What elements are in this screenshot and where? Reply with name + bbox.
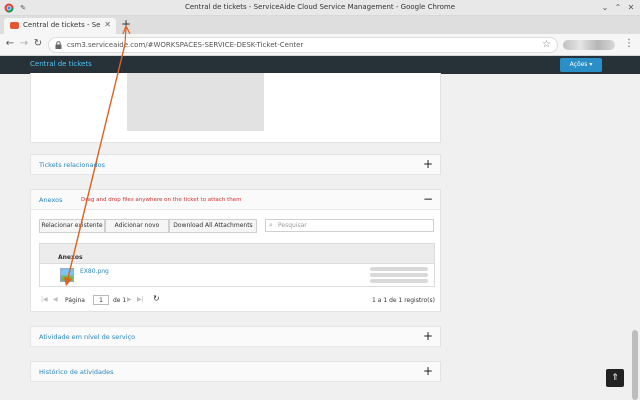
refresh-icon[interactable]: ↻ xyxy=(153,294,160,303)
profile-avatar[interactable] xyxy=(563,40,615,50)
main-content: Tickets relacionados + Anexos Drag and d… xyxy=(0,73,640,400)
relate-existing-button[interactable]: Relacionar existente xyxy=(39,219,105,233)
image-thumbnail-icon[interactable] xyxy=(60,268,74,282)
tab-close-icon[interactable]: ✕ xyxy=(104,20,111,29)
pagination-bar: |◀ ◀ Página 1 de 1 ▶ ▶| ↻ 1 a 1 de 1 reg… xyxy=(39,294,435,308)
serviceaide-favicon-icon xyxy=(10,22,19,29)
related-tickets-panel: Tickets relacionados + xyxy=(30,154,441,175)
tab-central-de-tickets[interactable]: Central de tickets - ServiceAi ✕ xyxy=(4,18,116,34)
sla-activity-panel: Atividade em nível de serviço + xyxy=(30,326,441,347)
page-title[interactable]: Central de tickets xyxy=(30,60,92,68)
related-tickets-header[interactable]: Tickets relacionados + xyxy=(31,155,440,175)
related-tickets-title[interactable]: Tickets relacionados xyxy=(39,161,105,169)
download-all-button[interactable]: Download All Attachments xyxy=(169,219,257,233)
url-text: csm3.serviceaide.com/#WORKSPACES-SERVICE… xyxy=(67,41,304,49)
attachments-title[interactable]: Anexos xyxy=(39,196,62,204)
activity-history-title[interactable]: Histórico de atividades xyxy=(39,368,114,376)
lock-icon xyxy=(55,41,62,49)
attachments-grid: Anexos EX80.png xyxy=(39,243,435,287)
chrome-menu-icon[interactable]: ⋮ xyxy=(624,38,634,49)
details-panel xyxy=(30,73,441,143)
expand-icon[interactable]: + xyxy=(423,364,433,378)
page-label: Página xyxy=(65,297,85,304)
app-header: Central de tickets Ações ▾ xyxy=(0,56,640,74)
page-of-label: de 1 xyxy=(113,297,127,304)
new-tab-button[interactable]: + xyxy=(119,17,133,31)
records-summary: 1 a 1 de 1 registro(s) xyxy=(372,297,435,304)
grid-header: Anexos xyxy=(40,244,434,264)
navigation-bar: ← → ↻ csm3.serviceaide.com/#WORKSPACES-S… xyxy=(0,34,640,56)
expand-icon[interactable]: + xyxy=(423,157,433,171)
bookmark-star-icon[interactable]: ☆ xyxy=(542,39,551,50)
sla-activity-header[interactable]: Atividade em nível de serviço + xyxy=(31,327,440,347)
scrollbar-thumb[interactable] xyxy=(632,330,638,400)
attachment-file-link[interactable]: EX80.png xyxy=(80,268,109,275)
expand-icon[interactable]: + xyxy=(423,329,433,343)
tab-label: Central de tickets - ServiceAi xyxy=(23,21,101,29)
attachments-panel: Anexos Drag and drop files anywhere on t… xyxy=(30,189,441,312)
activity-history-panel: Histórico de atividades + xyxy=(30,361,441,382)
search-placeholder: Pesquisar xyxy=(278,222,307,229)
window-titlebar: ✎ Central de tickets - ServiceAide Cloud… xyxy=(0,0,640,16)
activity-history-header[interactable]: Histórico de atividades + xyxy=(31,362,440,382)
prev-page-icon[interactable]: ◀ xyxy=(53,296,58,303)
scroll-to-top-button[interactable]: ⇑ xyxy=(606,369,624,387)
add-new-button[interactable]: Adicionar novo xyxy=(105,219,169,233)
grid-header-label[interactable]: Anexos xyxy=(58,254,83,261)
table-row[interactable]: EX80.png xyxy=(40,264,434,286)
window-title: Central de tickets - ServiceAide Cloud S… xyxy=(184,3,456,11)
drag-drop-hint: Drag and drop files anywhere on the tick… xyxy=(81,197,242,203)
page-number-input[interactable]: 1 xyxy=(93,295,109,305)
first-page-icon[interactable]: |◀ xyxy=(41,296,48,303)
reload-icon[interactable]: ↻ xyxy=(32,38,44,50)
attachments-header[interactable]: Anexos Drag and drop files anywhere on t… xyxy=(31,190,440,210)
collapse-icon[interactable]: − xyxy=(423,192,433,206)
next-page-icon[interactable]: ▶ xyxy=(127,296,132,303)
search-input[interactable]: ⌕ Pesquisar xyxy=(265,219,434,232)
forward-icon[interactable]: → xyxy=(18,38,30,50)
redacted-metadata xyxy=(370,273,428,277)
tab-strip: Central de tickets - ServiceAi ✕ + xyxy=(0,16,640,34)
maximize-icon[interactable]: ⌃ xyxy=(613,3,623,13)
actions-button[interactable]: Ações ▾ xyxy=(560,58,602,72)
sla-activity-title[interactable]: Atividade em nível de serviço xyxy=(39,333,135,341)
close-window-icon[interactable]: ✕ xyxy=(626,3,636,13)
image-placeholder xyxy=(127,73,264,131)
redacted-metadata xyxy=(370,279,428,283)
redacted-metadata xyxy=(370,267,428,271)
search-icon: ⌕ xyxy=(269,221,273,229)
last-page-icon[interactable]: ▶| xyxy=(137,296,144,303)
address-bar[interactable]: csm3.serviceaide.com/#WORKSPACES-SERVICE… xyxy=(48,37,558,53)
minimize-icon[interactable]: ⌄ xyxy=(600,3,610,13)
back-icon[interactable]: ← xyxy=(4,38,16,50)
